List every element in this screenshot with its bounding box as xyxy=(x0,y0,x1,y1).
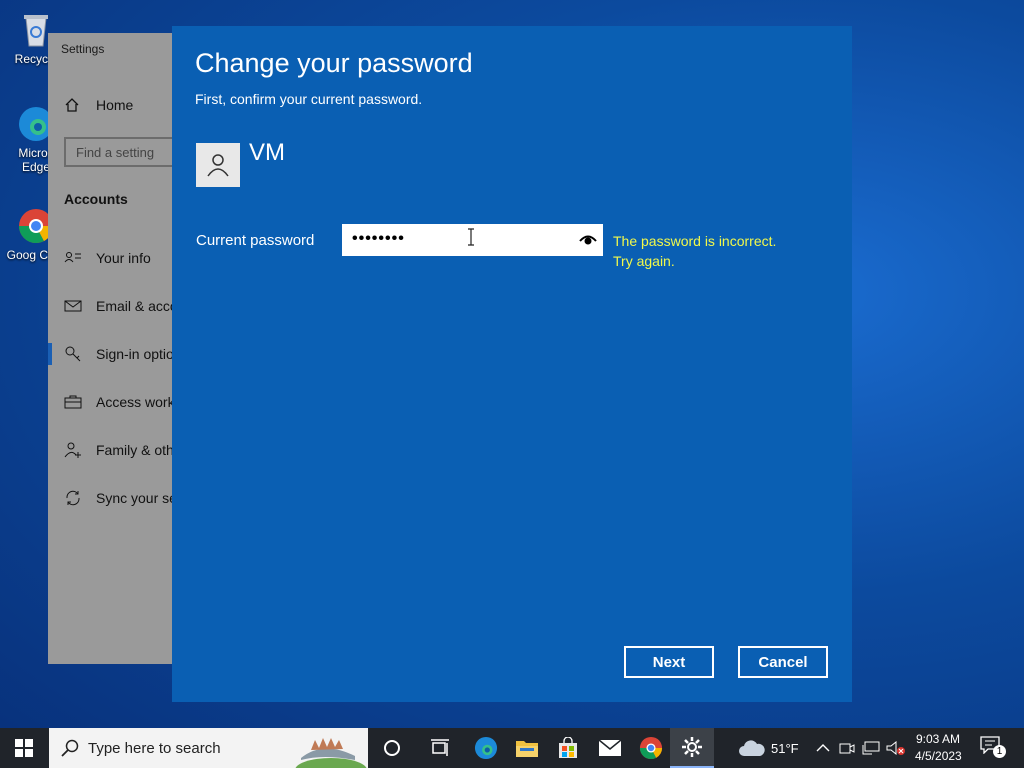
store-bag-icon xyxy=(559,737,577,758)
camera-icon[interactable] xyxy=(839,741,855,755)
chrome-icon xyxy=(639,736,663,760)
taskbar-store[interactable] xyxy=(548,728,588,768)
cancel-button[interactable]: Cancel xyxy=(738,646,828,678)
avatar xyxy=(196,143,240,187)
windows-logo-icon xyxy=(15,739,33,757)
nav-label: Email & acco xyxy=(96,298,178,314)
taskbar-search-box[interactable]: Type here to search xyxy=(49,728,368,768)
next-button[interactable]: Next xyxy=(624,646,714,678)
dialog-title: Change your password xyxy=(195,48,473,78)
nav-item-sign-in[interactable]: Sign-in optio xyxy=(64,345,174,363)
find-setting-input[interactable]: Find a setting xyxy=(64,137,178,167)
taskbar-mail[interactable] xyxy=(590,728,630,768)
search-placeholder: Type here to search xyxy=(88,740,221,757)
network-icon[interactable] xyxy=(862,741,880,755)
nav-item-sync[interactable]: Sync your se xyxy=(64,489,177,507)
notification-center-button[interactable]: 1 xyxy=(980,736,1006,760)
username: VM xyxy=(249,139,285,166)
nav-item-access-work[interactable]: Access work xyxy=(64,393,175,411)
clock-date[interactable]: 4/5/2023 xyxy=(915,749,962,763)
taskbar-edge[interactable] xyxy=(466,728,506,768)
edge-icon xyxy=(474,736,498,760)
dialog-subtitle: First, confirm your current password. xyxy=(195,91,423,107)
folder-icon xyxy=(516,741,538,757)
selected-indicator xyxy=(48,343,52,365)
user-icon xyxy=(207,154,229,177)
nav-item-your-info[interactable]: Your info xyxy=(64,249,151,267)
stegosaurus-illustration-icon xyxy=(295,738,367,768)
task-view-button[interactable] xyxy=(420,728,460,768)
nav-item-family[interactable]: Family & oth xyxy=(64,441,174,459)
sync-icon xyxy=(66,490,80,506)
taskbar: Type here to search 51°F 9:03 AM 4/5/202… xyxy=(0,728,1024,768)
taskbar-chrome[interactable] xyxy=(631,728,671,768)
error-message: The password is incorrect. Try again. xyxy=(613,231,776,271)
cortana-button[interactable] xyxy=(372,728,412,768)
nav-label: Your info xyxy=(96,250,151,266)
mail-icon xyxy=(598,739,622,756)
error-line-1: The password is incorrect. xyxy=(613,233,777,249)
accounts-heading: Accounts xyxy=(64,191,128,207)
task-view-icon xyxy=(431,739,449,756)
taskbar-file-explorer[interactable] xyxy=(507,728,547,768)
change-password-dialog: Change your password First, confirm your… xyxy=(172,26,852,702)
cloud-weather-icon xyxy=(739,740,765,756)
settings-home-link[interactable]: Home xyxy=(64,97,133,113)
password-value: •••••••• xyxy=(352,230,405,247)
nav-label: Access work xyxy=(96,394,175,410)
home-icon xyxy=(65,98,79,112)
mail-icon xyxy=(64,300,82,312)
nav-label: Family & oth xyxy=(96,442,174,458)
nav-item-email[interactable]: Email & acco xyxy=(64,297,178,315)
chevron-up-icon[interactable] xyxy=(816,742,830,754)
notification-count-badge: 1 xyxy=(993,745,1006,758)
nav-label: Sign-in optio xyxy=(96,346,174,362)
home-label: Home xyxy=(96,97,134,113)
text-cursor-icon xyxy=(468,228,474,246)
current-password-field[interactable]: •••••••• xyxy=(342,224,603,256)
weather-temperature[interactable]: 51°F xyxy=(771,741,799,756)
cortana-circle-icon xyxy=(384,740,400,756)
gear-icon xyxy=(682,737,702,757)
settings-title: Settings xyxy=(61,42,105,56)
taskbar-settings-active[interactable] xyxy=(670,728,714,768)
volume-muted-icon[interactable] xyxy=(886,741,906,755)
person-add-icon xyxy=(64,442,81,458)
settings-window: Settings Home Find a setting Accounts Yo… xyxy=(48,33,178,664)
key-icon xyxy=(65,346,81,362)
clock-time[interactable]: 9:03 AM xyxy=(916,732,960,746)
briefcase-icon xyxy=(64,395,82,409)
start-button[interactable] xyxy=(4,728,44,768)
person-list-icon xyxy=(64,252,81,263)
nav-label: Sync your se xyxy=(96,490,177,506)
error-line-2: Try again. xyxy=(613,253,675,269)
current-password-label: Current password xyxy=(196,232,315,249)
reveal-password-eye-icon[interactable] xyxy=(579,232,597,248)
search-icon xyxy=(61,739,79,757)
